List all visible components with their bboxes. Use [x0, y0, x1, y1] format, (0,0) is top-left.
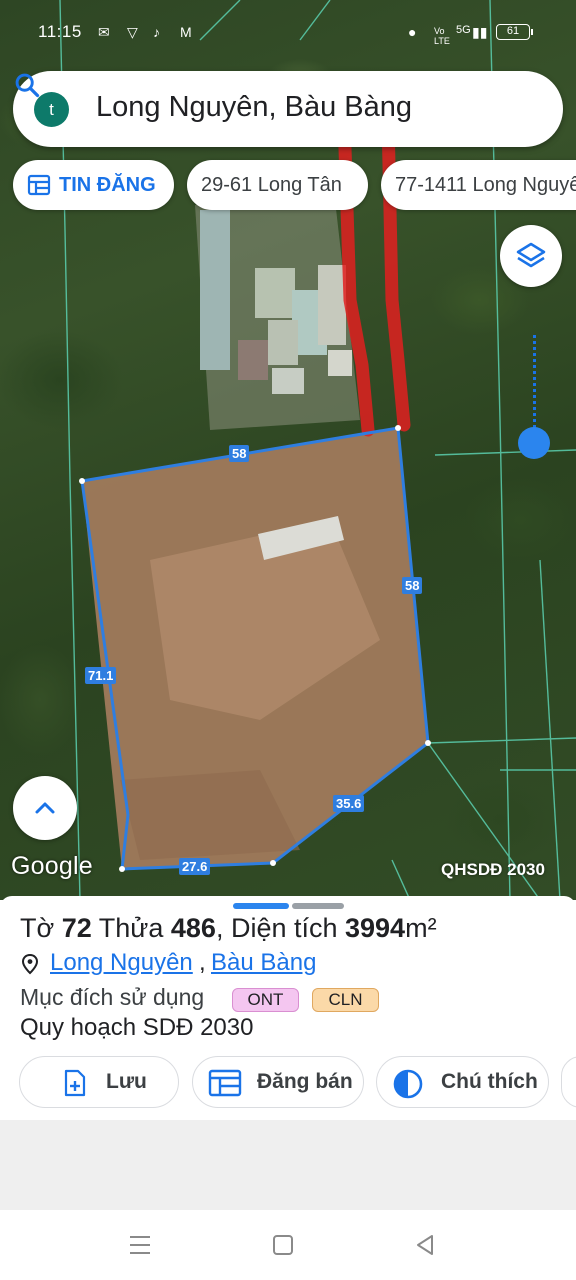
layers-button[interactable] — [500, 225, 562, 287]
roof — [255, 268, 295, 318]
roof — [238, 340, 268, 380]
location-pin-icon — [21, 953, 39, 975]
status-bar: 11:15 ✉ ▽ ♪ M ● Vo LTE 5G ▮▮ 61 — [0, 18, 576, 48]
home-icon[interactable] — [272, 1234, 294, 1256]
system-nav-bar — [0, 1210, 576, 1280]
network-type: 5G — [456, 24, 471, 36]
signal-icon: ▮▮ — [472, 24, 488, 40]
parcel-title: Tờ 72 Thửa 486, Diện tích 3994m² — [20, 913, 437, 944]
tiktok-icon: ♪ — [153, 24, 160, 40]
parcel-prefix: Thửa — [91, 913, 171, 943]
area-unit: m² — [405, 913, 437, 943]
sheet-handle[interactable] — [233, 903, 289, 909]
search-query[interactable]: Long Nguyên, Bàu Bàng — [96, 91, 412, 124]
search-bar[interactable]: t Long Nguyên, Bàu Bàng — [13, 71, 563, 147]
commune-link[interactable]: Long Nguyên — [50, 949, 193, 977]
legend-label: Chú thích — [441, 1070, 538, 1093]
plan-label: Quy hoạch SDĐ 2030 — [20, 1014, 254, 1041]
sheet-prefix: Tờ — [20, 913, 62, 943]
area-prefix: , Diện tích — [215, 913, 345, 943]
area-value: 3994 — [345, 913, 406, 943]
listing-icon — [27, 174, 51, 196]
chip-recent-parcel[interactable]: 29-61 Long Tân — [187, 160, 368, 210]
legend-button[interactable]: Chú thích — [376, 1056, 549, 1108]
edge-length-north: 58 — [229, 445, 250, 462]
land-use-badge-ont[interactable]: ONT — [232, 988, 299, 1012]
edge-length-east: 58 — [402, 577, 423, 594]
expand-button[interactable] — [13, 776, 77, 840]
more-actions-button[interactable] — [561, 1056, 576, 1108]
roof — [268, 320, 298, 365]
location-icon: ● — [408, 24, 417, 40]
chip-label: 29-61 Long Tân — [201, 174, 342, 196]
parcel-number: 486 — [170, 913, 216, 943]
post-listing-label: Đăng bán — [257, 1070, 353, 1093]
map-layer-label: QHSDĐ 2030 — [441, 860, 545, 879]
sheet-number: 72 — [61, 913, 92, 943]
gmail-icon: M — [180, 24, 192, 40]
chip-label: TIN ĐĂNG — [59, 174, 156, 196]
sheet-empty-area — [0, 1120, 576, 1210]
volte-icon: Vo LTE — [434, 26, 450, 46]
satellite-map[interactable]: 58 58 71.1 35.6 27.6 11:15 ✉ ▽ ♪ M ● Vo L… — [0, 0, 576, 900]
layers-icon — [516, 242, 546, 268]
edge-length-south: 27.6 — [179, 858, 211, 875]
search-icon[interactable] — [13, 71, 41, 99]
roof — [318, 265, 346, 345]
roof — [328, 350, 352, 376]
location-separator: , — [199, 949, 206, 976]
chip-recent-parcel[interactable]: 77-1411 Long Nguyên — [381, 160, 576, 210]
district-link[interactable]: Bàu Bàng — [211, 949, 316, 977]
contrast-icon — [393, 1069, 423, 1099]
messenger-icon: ✉ — [98, 24, 110, 40]
opacity-slider-thumb[interactable] — [518, 427, 550, 459]
parcel-info-sheet[interactable]: Tờ 72 Thửa 486, Diện tích 3994m² Long Ng… — [0, 896, 576, 1120]
google-logo: Google — [11, 852, 93, 880]
sheet-handle[interactable] — [292, 903, 344, 909]
post-listing-button[interactable]: Đăng bán — [192, 1056, 364, 1108]
status-time: 11:15 — [38, 22, 82, 41]
add-file-icon — [64, 1069, 86, 1097]
menu-icon[interactable] — [128, 1234, 152, 1256]
roof — [272, 368, 304, 394]
edge-length-southeast: 35.6 — [333, 795, 365, 812]
back-icon[interactable] — [414, 1234, 436, 1256]
chip-listings[interactable]: TIN ĐĂNG — [13, 160, 174, 210]
save-button[interactable]: Lưu — [19, 1056, 179, 1108]
land-use-label: Mục đích sử dụng — [20, 984, 205, 1010]
battery-indicator: 61 — [496, 24, 533, 40]
edge-length-west: 71.1 — [85, 667, 117, 684]
save-label: Lưu — [106, 1070, 147, 1093]
land-use-badge-cln[interactable]: CLN — [312, 988, 379, 1012]
roof — [200, 210, 230, 370]
listing-icon — [208, 1069, 242, 1097]
chevron-up-icon — [35, 802, 55, 814]
shield-icon: ▽ — [127, 24, 138, 40]
chip-label: 77-1411 Long Nguyên — [395, 174, 576, 196]
